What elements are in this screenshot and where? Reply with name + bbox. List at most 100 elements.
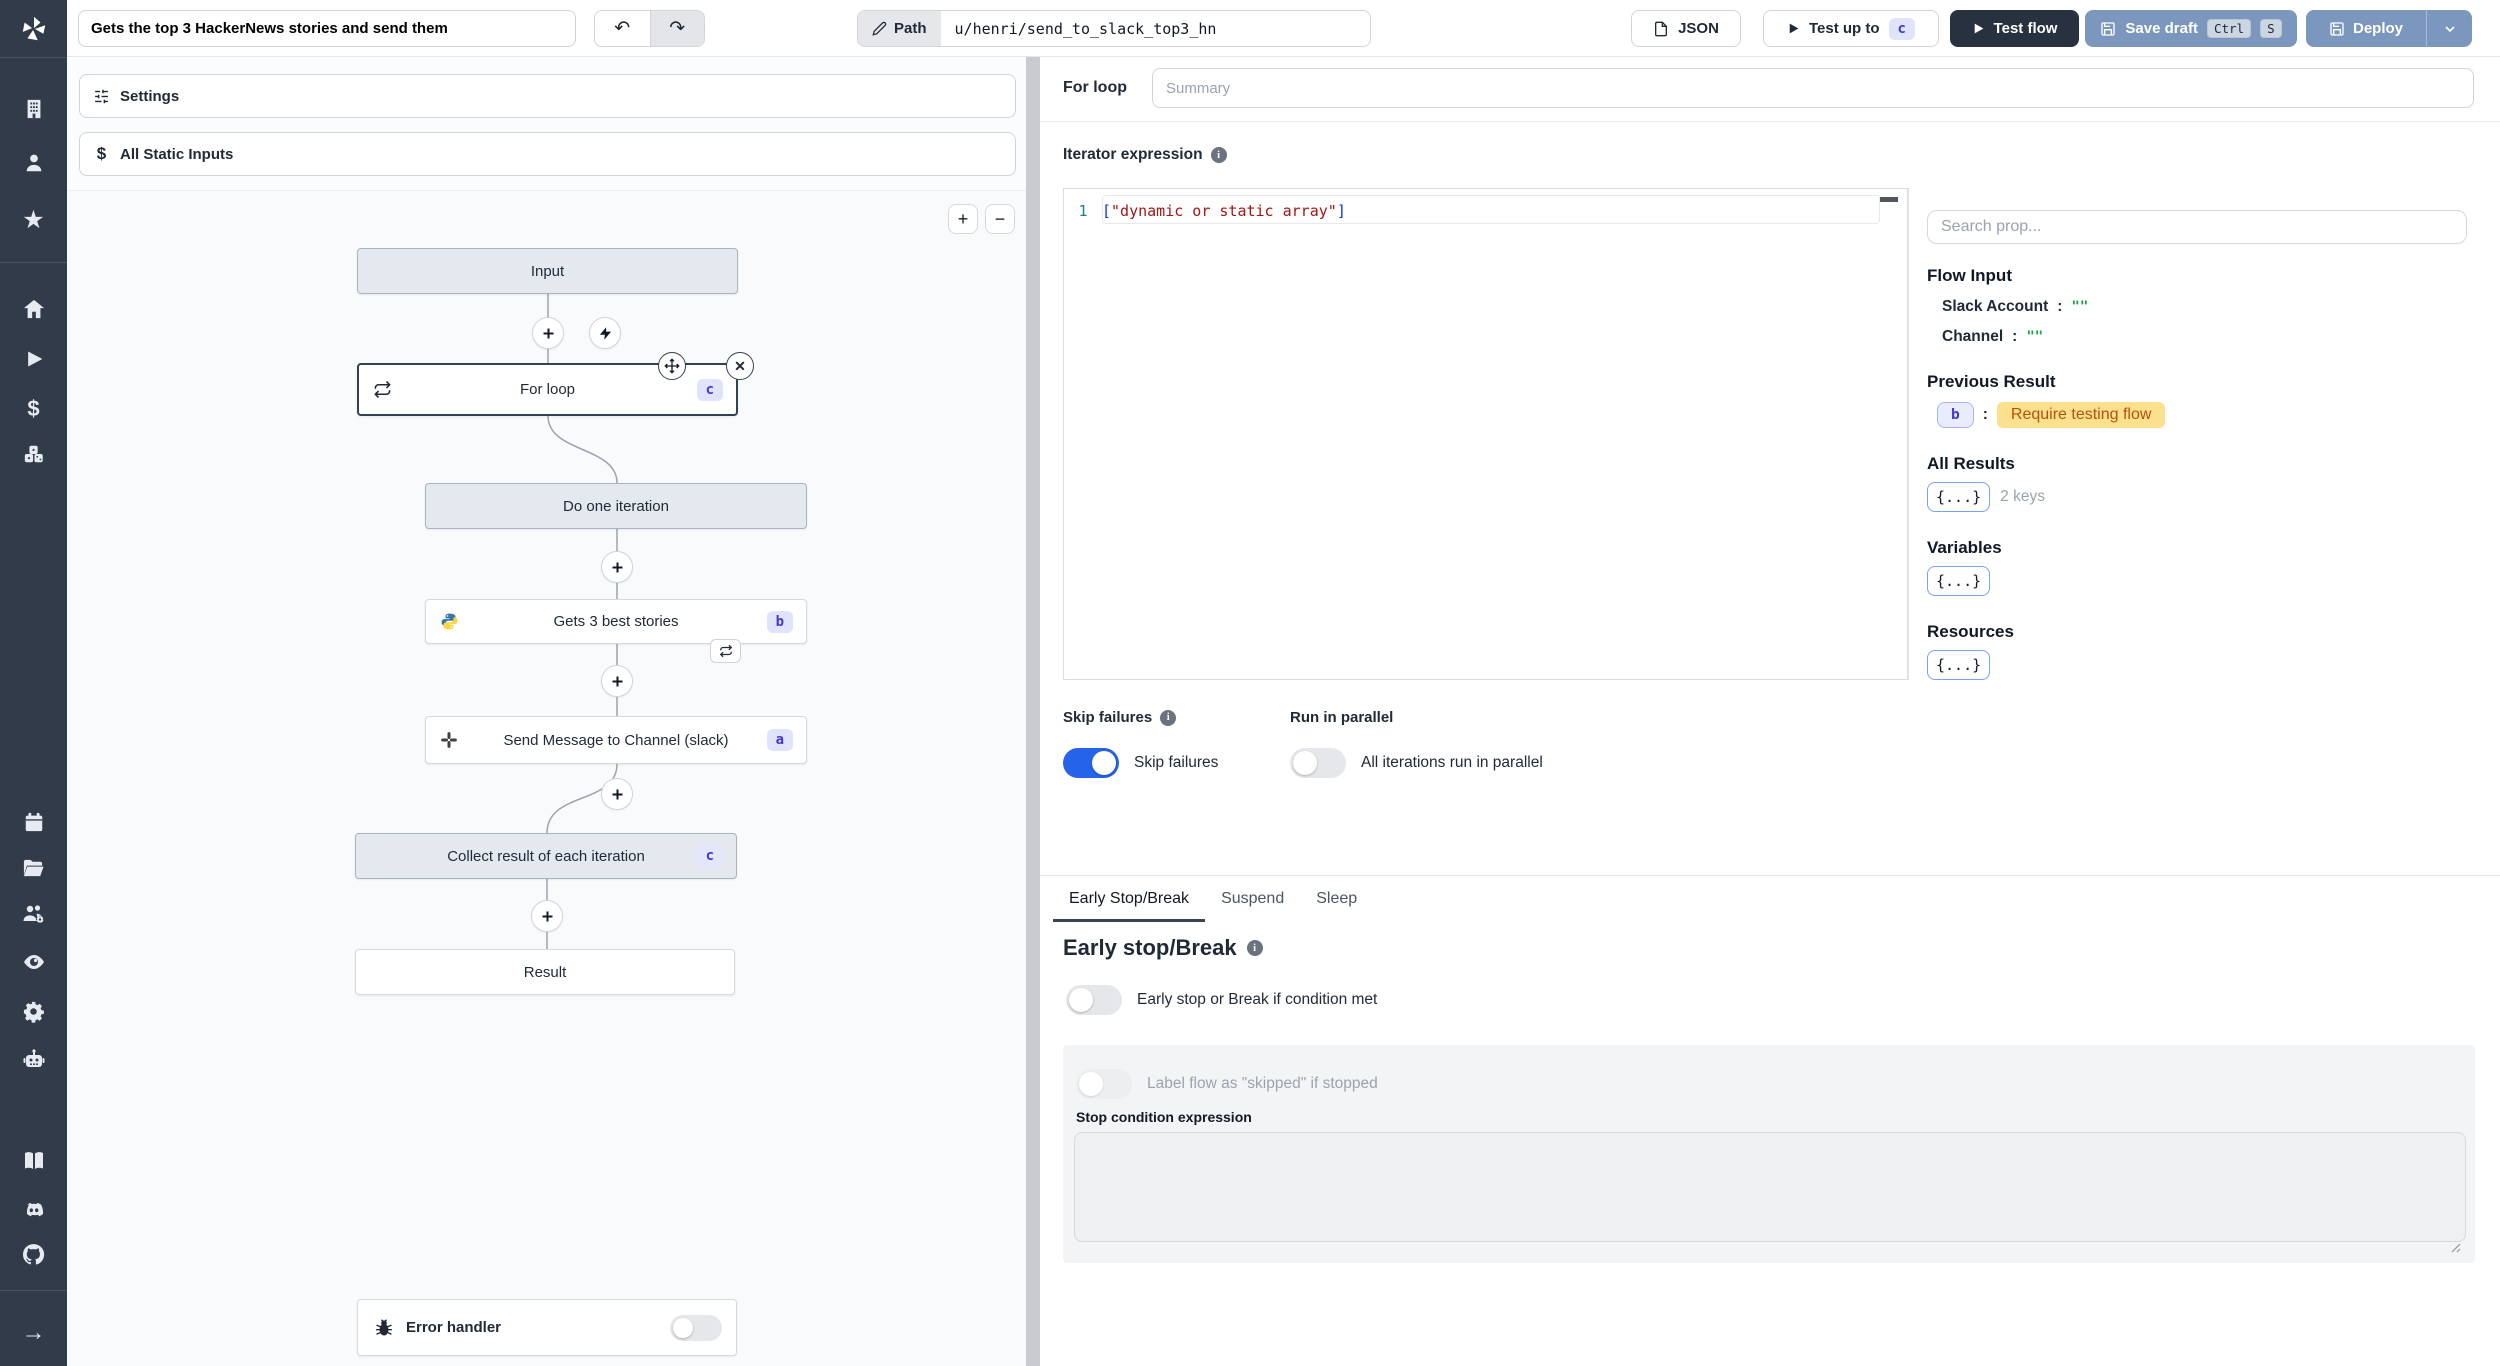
path-chip[interactable]: Path [858,11,941,46]
close-icon: ✕ [734,357,746,374]
summary-input[interactable] [1152,68,2474,108]
save-icon [2330,21,2344,36]
delete-node-button[interactable]: ✕ [726,352,754,380]
undo-button[interactable]: ↶ [595,11,650,46]
file-icon [1655,21,1668,36]
skip-failures-toggle[interactable] [1063,748,1119,778]
variables-object-badge[interactable]: {...} [1927,566,1991,596]
node-collect-result[interactable]: Collect result of each iteration c [355,833,737,879]
early-stop-toggle-label: Early stop or Break if condition met [1137,991,1378,1008]
expand-arrow-right-icon[interactable]: → [0,1316,67,1350]
groups-users-gear-icon[interactable] [0,897,67,931]
flow-settings-button[interactable]: Settings [79,74,1016,118]
node-send-message-slack[interactable]: Send Message to Channel (slack) a [425,716,807,764]
github-icon[interactable] [0,1237,67,1271]
move-node-button[interactable] [658,352,686,380]
favorites-star-icon[interactable]: ★ [0,203,67,237]
tab-sleep[interactable]: Sleep [1300,876,1373,922]
node-input[interactable]: Input [357,248,738,294]
stop-condition-textarea[interactable] [1074,1132,2466,1242]
node-result[interactable]: Result [355,949,735,995]
test-flow-button[interactable]: Test flow [1950,10,2079,47]
redo-button[interactable]: ↷ [649,11,704,46]
step-b-badge[interactable]: b [1937,402,1974,428]
home-icon[interactable] [0,292,67,326]
canvas-zoom-out-button[interactable]: − [985,204,1015,234]
docs-book-icon[interactable] [0,1144,67,1178]
windmill-logo-icon[interactable] [0,12,67,46]
all-static-inputs-button[interactable]: $ All Static Inputs [79,132,1016,176]
add-step-button[interactable] [601,778,633,810]
toggle-knob [673,1317,693,1338]
prop-slack-account[interactable]: Slack Account : "" [1927,298,2500,316]
all-results-object-badge[interactable]: {...} [1927,482,1991,512]
add-step-button[interactable] [601,665,633,697]
schedules-calendar-icon[interactable] [0,805,67,839]
label-skipped-toggle[interactable] [1076,1069,1132,1099]
node-do-one-iteration[interactable]: Do one iteration [425,483,807,529]
search-prop-input[interactable] [1927,210,2467,244]
resources-cubes-icon[interactable] [0,437,67,471]
flow-input-heading: Flow Input [1927,266,2012,285]
error-handler-node[interactable]: Error handler [357,1299,737,1356]
audit-eye-icon[interactable] [0,945,67,979]
json-button[interactable]: JSON [1631,10,1741,47]
tab-suspend[interactable]: Suspend [1205,876,1300,922]
settings-gear-icon[interactable] [0,994,67,1028]
run-in-parallel-toggle[interactable] [1290,748,1346,778]
early-stop-toggle-row: Early stop or Break if condition met [1066,985,1377,1015]
left-sidebar: ★ $ → [0,0,67,1366]
error-handler-toggle[interactable] [670,1314,722,1341]
ai-robot-icon[interactable] [0,1042,67,1076]
discord-icon[interactable] [0,1193,67,1227]
prop-value: "" [2071,299,2089,315]
resources-object-badge[interactable]: {...} [1927,650,1991,680]
kbd-s: S [2260,19,2282,38]
plus-icon [542,911,552,921]
json-button-label: JSON [1678,20,1719,37]
node-do-one-iteration-label: Do one iteration [563,497,669,515]
info-icon[interactable]: i [1246,940,1263,956]
prop-channel[interactable]: Channel : "" [1927,328,2500,346]
resize-grip-icon[interactable] [2449,1241,2461,1253]
add-step-button[interactable] [532,317,564,349]
add-step-button[interactable] [601,551,633,583]
deploy-button[interactable]: Deploy [2306,10,2426,47]
info-icon[interactable]: i [1210,147,1227,163]
skip-failures-title: Skip failures i [1063,709,1218,726]
runs-play-icon[interactable] [0,342,67,376]
previous-result-row: b : Require testing flow [1927,402,2500,428]
user-icon[interactable] [0,146,67,180]
trigger-bolt-button[interactable] [589,317,621,349]
selected-node-label: For loop [1063,79,1127,96]
deploy-more-button[interactable] [2426,10,2472,47]
flow-canvas[interactable]: + − Input For loop c ✕ Do one iteration … [67,190,1026,1366]
flow-title-input[interactable] [78,10,576,47]
tab-early-stop-break[interactable]: Early Stop/Break [1053,876,1206,922]
test-up-to-button[interactable]: Test up to c [1763,10,1939,47]
early-stop-heading: Early stop/Break i [1063,935,1263,961]
path-control[interactable]: Path u/henri/send_to_slack_top3_hn [857,10,1371,47]
add-step-button[interactable] [531,900,563,932]
node-gets-3-best-stories[interactable]: Gets 3 best stories b [425,599,807,644]
path-value[interactable]: u/henri/send_to_slack_top3_hn [941,20,1231,38]
folders-icon[interactable] [0,851,67,885]
node-send-message-slack-badge: a [766,729,793,751]
plus-icon [612,562,622,572]
prop-colon: : [2057,298,2063,315]
toggle-knob [1293,751,1317,775]
workspace-building-icon[interactable] [0,92,67,126]
node-collect-result-label: Collect result of each iteration [447,847,645,865]
loop-over-button[interactable] [710,639,741,663]
early-stop-toggle[interactable] [1066,985,1122,1015]
save-draft-button[interactable]: Save draft Ctrl S [2085,10,2297,47]
flow-settings-label: Settings [120,87,180,105]
info-icon[interactable]: i [1160,709,1177,726]
flow-graph-panel: Settings $ All Static Inputs + − Input F… [67,57,1026,1366]
canvas-zoom-in-button[interactable]: + [948,204,978,234]
prop-colon: : [1982,406,1988,423]
iterator-code-editor[interactable]: 1 ["dynamic or static array"] [1063,188,1908,680]
panel-resize-splitter[interactable] [1026,57,1040,1366]
play-icon [1789,23,1799,34]
variables-dollar-icon[interactable]: $ [0,392,67,426]
